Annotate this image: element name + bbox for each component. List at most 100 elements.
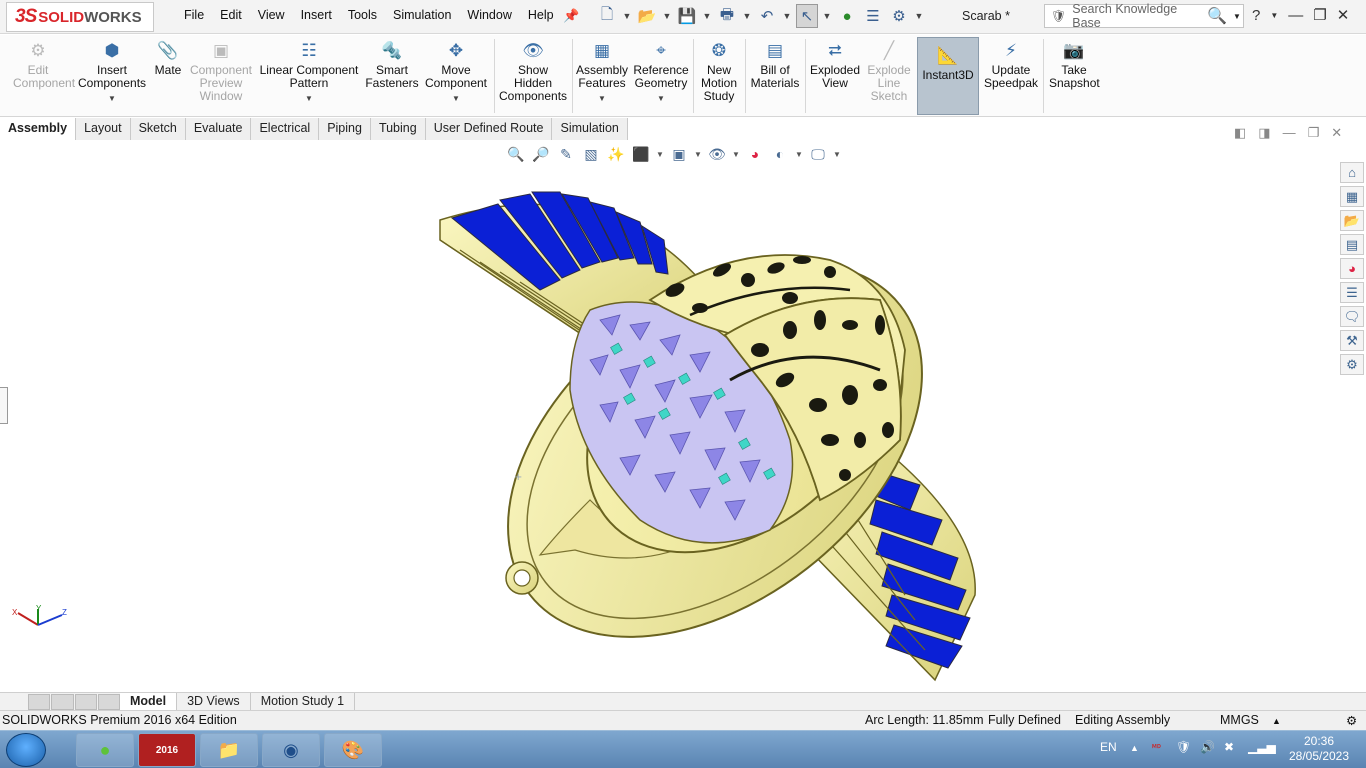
options-gear-icon[interactable]: ⚙	[888, 4, 910, 28]
hide-show-dropdown-icon[interactable]: ▼	[732, 144, 740, 164]
open-folder-icon[interactable]: 📂	[636, 4, 658, 28]
show-hidden-icons-icon[interactable]: ▲	[1130, 743, 1139, 753]
menu-help[interactable]: Help	[520, 8, 562, 22]
language-indicator[interactable]: EN	[1100, 740, 1117, 754]
apply-scene-dropdown-icon[interactable]: ▼	[795, 144, 803, 164]
new-document-icon[interactable]: 🗋	[596, 4, 618, 28]
tab-motion-study-1[interactable]: Motion Study 1	[251, 692, 356, 711]
menu-window[interactable]: Window	[459, 8, 519, 22]
select-dropdown-icon[interactable]: ▼	[822, 4, 832, 28]
view-settings-icon[interactable]: 🖵	[808, 144, 828, 164]
collapse-right-icon[interactable]: ◨	[1258, 125, 1270, 141]
zoom-to-fit-icon[interactable]: 🔍	[506, 144, 526, 164]
minimize-icon[interactable]: —	[1288, 7, 1303, 24]
doc-close-icon[interactable]: ✕	[1331, 125, 1342, 141]
options-dropdown-icon[interactable]: ▼	[914, 4, 924, 28]
view-palette-icon[interactable]: ▤	[1340, 234, 1364, 255]
tab-model[interactable]: Model	[120, 692, 178, 711]
tab-user-defined-route[interactable]: User Defined Route	[425, 118, 553, 140]
close-icon[interactable]: ✕	[1337, 6, 1350, 24]
display-style-dropdown-icon[interactable]: ▼	[694, 144, 702, 164]
menu-insert[interactable]: Insert	[293, 8, 340, 22]
menu-edit[interactable]: Edit	[212, 8, 250, 22]
help-dropdown-icon[interactable]: ▼	[1270, 11, 1278, 20]
apply-scene-icon[interactable]: ◐	[770, 144, 790, 164]
plm-icon[interactable]: ⚙	[1340, 354, 1364, 375]
search-input[interactable]: Search Knowledge Base	[1072, 2, 1201, 30]
taskbar-clock[interactable]: 20:36 28/05/2023	[1284, 734, 1354, 764]
take-snapshot-button[interactable]: 📷 Take Snapshot	[1046, 39, 1102, 115]
feature-manager-expand-handle[interactable]	[0, 387, 8, 424]
component-preview-window-button[interactable]: ▣ Component Preview Window	[188, 39, 254, 115]
move-component-dropdown-icon[interactable]: ▼	[452, 92, 460, 105]
collapse-left-icon[interactable]: ◧	[1234, 125, 1246, 141]
new-dropdown-icon[interactable]: ▼	[622, 4, 632, 28]
new-motion-study-button[interactable]: ❂ New Motion Study	[697, 39, 741, 115]
menu-view[interactable]: View	[250, 8, 293, 22]
taskbar-file-explorer-icon[interactable]: 📁	[200, 733, 258, 767]
tray-vrender-icon[interactable]: 🅫	[1152, 740, 1161, 757]
help-icon[interactable]: ?	[1252, 7, 1260, 24]
edit-component-button[interactable]: ⚙ Edit Component	[4, 39, 75, 115]
custom-properties-icon[interactable]: ☰	[1340, 282, 1364, 303]
print-icon[interactable]: 🖶	[716, 4, 738, 28]
graphics-area[interactable]: +	[0, 140, 1338, 694]
insert-components-dropdown-icon[interactable]: ▼	[108, 92, 116, 105]
save-icon[interactable]: 💾	[676, 4, 698, 28]
tab-layout[interactable]: Layout	[76, 118, 131, 140]
hide-show-items-icon[interactable]: 👁	[707, 144, 727, 164]
search-dropdown-icon[interactable]: ▼	[1233, 12, 1243, 21]
tab-sketch[interactable]: Sketch	[130, 118, 186, 140]
file-explorer-icon[interactable]: 📂	[1340, 210, 1364, 231]
reference-geometry-dropdown-icon[interactable]: ▼	[657, 92, 665, 105]
view-settings-dropdown-icon[interactable]: ▼	[833, 144, 841, 164]
search-knowledge-base[interactable]: 🛡 Search Knowledge Base 🔍 ▼	[1044, 2, 1244, 30]
dynamic-annotation-icon[interactable]: ✨	[606, 144, 626, 164]
customize-status-icon[interactable]: ⚙	[1346, 713, 1357, 728]
assembly-features-dropdown-icon[interactable]: ▼	[598, 92, 606, 105]
smart-fasteners-button[interactable]: 🔩 Smart Fasteners	[364, 39, 420, 115]
mate-button[interactable]: 📎 Mate	[150, 39, 186, 115]
menu-simulation[interactable]: Simulation	[385, 8, 459, 22]
update-speedpak-button[interactable]: ⚡ Update Speedpak	[982, 39, 1040, 115]
status-units[interactable]: MMGS	[1220, 713, 1259, 727]
tab-3d-views[interactable]: 3D Views	[177, 692, 251, 711]
assembly-features-button[interactable]: ▦ Assembly Features ▼	[574, 39, 630, 115]
tab-simulation[interactable]: Simulation	[552, 118, 628, 140]
taskbar-keyshot-icon[interactable]: ◉	[262, 733, 320, 767]
previous-view-icon[interactable]: ✎	[556, 144, 576, 164]
tab-evaluate[interactable]: Evaluate	[185, 118, 252, 140]
section-view-icon[interactable]: ▧	[581, 144, 601, 164]
tab-tubing[interactable]: Tubing	[370, 118, 426, 140]
tab-electrical[interactable]: Electrical	[251, 118, 320, 140]
solidworks-resources-icon[interactable]: ⌂	[1340, 162, 1364, 183]
explode-line-sketch-button[interactable]: ╱ Explode Line Sketch	[864, 39, 914, 115]
file-properties-icon[interactable]: ☰	[862, 4, 884, 28]
select-pointer-icon[interactable]: ↖	[796, 4, 818, 28]
taskbar-solidworks-icon[interactable]: 2016	[138, 733, 196, 767]
tab-assembly[interactable]: Assembly	[0, 118, 77, 140]
forum-icon[interactable]: 🗨	[1340, 306, 1364, 327]
reference-geometry-button[interactable]: ⌖ Reference Geometry ▼	[632, 39, 690, 115]
taskbar-app-green-icon[interactable]: ●	[76, 733, 134, 767]
tab-scroll-arrows[interactable]	[28, 693, 120, 710]
toolbox-icon[interactable]: ⚒	[1340, 330, 1364, 351]
appearances-icon[interactable]: ◕	[1340, 258, 1364, 279]
pin-icon[interactable]: 📌	[563, 8, 579, 24]
view-orientation-dropdown-icon[interactable]: ▼	[656, 144, 664, 164]
restore-icon[interactable]: ❐	[1313, 6, 1326, 24]
print-dropdown-icon[interactable]: ▼	[742, 4, 752, 28]
menu-file[interactable]: File	[176, 8, 212, 22]
save-dropdown-icon[interactable]: ▼	[702, 4, 712, 28]
doc-minimize-icon[interactable]: —	[1283, 125, 1296, 141]
exploded-view-button[interactable]: ⮂ Exploded View	[808, 39, 862, 115]
solidworks-logo[interactable]: 3S SOLIDWORKS	[6, 2, 154, 32]
undo-dropdown-icon[interactable]: ▼	[782, 4, 792, 28]
linear-pattern-dropdown-icon[interactable]: ▼	[305, 92, 313, 105]
bill-of-materials-button[interactable]: ▤ Bill of Materials	[748, 39, 802, 115]
insert-components-button[interactable]: ⬢ Insert Components ▼	[76, 39, 148, 115]
doc-restore-icon[interactable]: ❐	[1308, 125, 1320, 141]
show-hidden-components-button[interactable]: 👁 Show Hidden Components	[498, 39, 568, 115]
open-dropdown-icon[interactable]: ▼	[662, 4, 672, 28]
tray-security-icon[interactable]: 🛡	[1176, 740, 1191, 754]
